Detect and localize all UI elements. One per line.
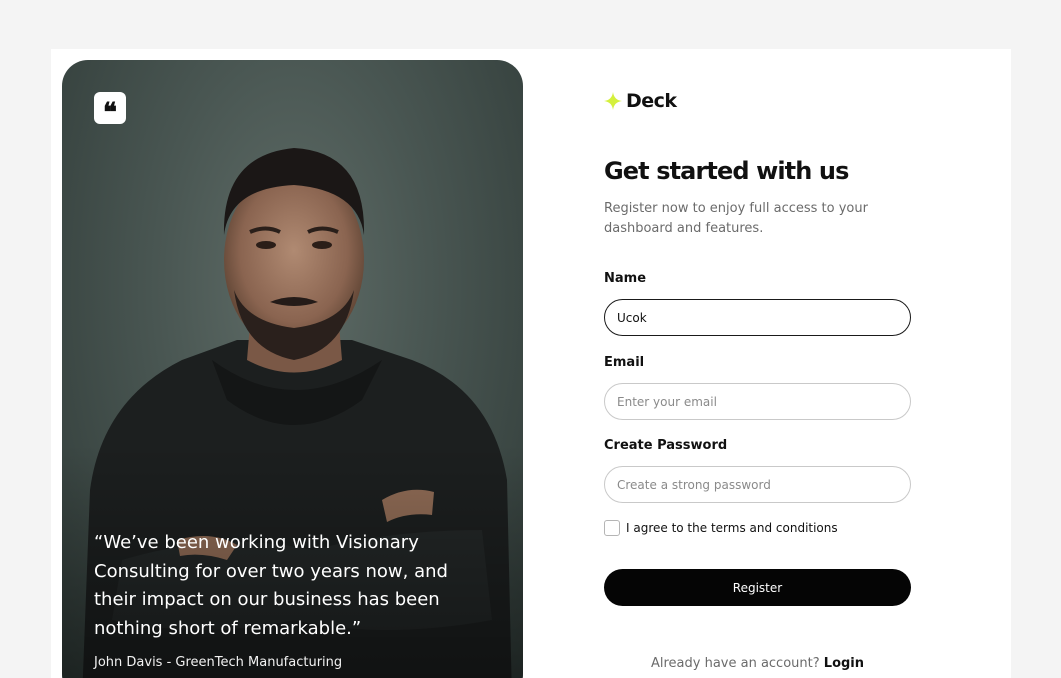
quote-icon: ❝ [94, 92, 126, 126]
email-label: Email [604, 355, 645, 370]
testimonial-author: John Davis - GreenTech Manufacturing [94, 655, 343, 670]
brand-logo[interactable]: Deck [604, 90, 677, 112]
terms-label[interactable]: I agree to the terms and conditions [626, 521, 838, 535]
register-button[interactable]: Register [604, 569, 911, 606]
terms-row: I agree to the terms and conditions [604, 520, 838, 536]
login-prompt: Already have an account? [650, 656, 820, 671]
testimonial-photo-panel: ❝ “We’ve been working with Visionary Con… [62, 60, 523, 678]
page-title: Get started with us [604, 157, 849, 185]
testimonial-quote: “We’ve been working with Visionary Consu… [94, 532, 448, 639]
signup-card: ❝ “We’ve been working with Visionary Con… [51, 49, 1011, 678]
name-input[interactable] [604, 299, 911, 336]
sparkle-icon [604, 92, 622, 110]
email-input[interactable] [604, 383, 911, 420]
password-input[interactable] [604, 466, 911, 503]
login-prompt-row: Already have an account? Login [604, 656, 911, 671]
login-link[interactable]: Login [824, 656, 864, 671]
brand-name: Deck [626, 90, 677, 112]
name-label: Name [604, 271, 647, 286]
page-subtitle: Register now to enjoy full access to you… [604, 201, 868, 236]
terms-checkbox[interactable] [604, 520, 620, 536]
password-label: Create Password [604, 438, 728, 453]
